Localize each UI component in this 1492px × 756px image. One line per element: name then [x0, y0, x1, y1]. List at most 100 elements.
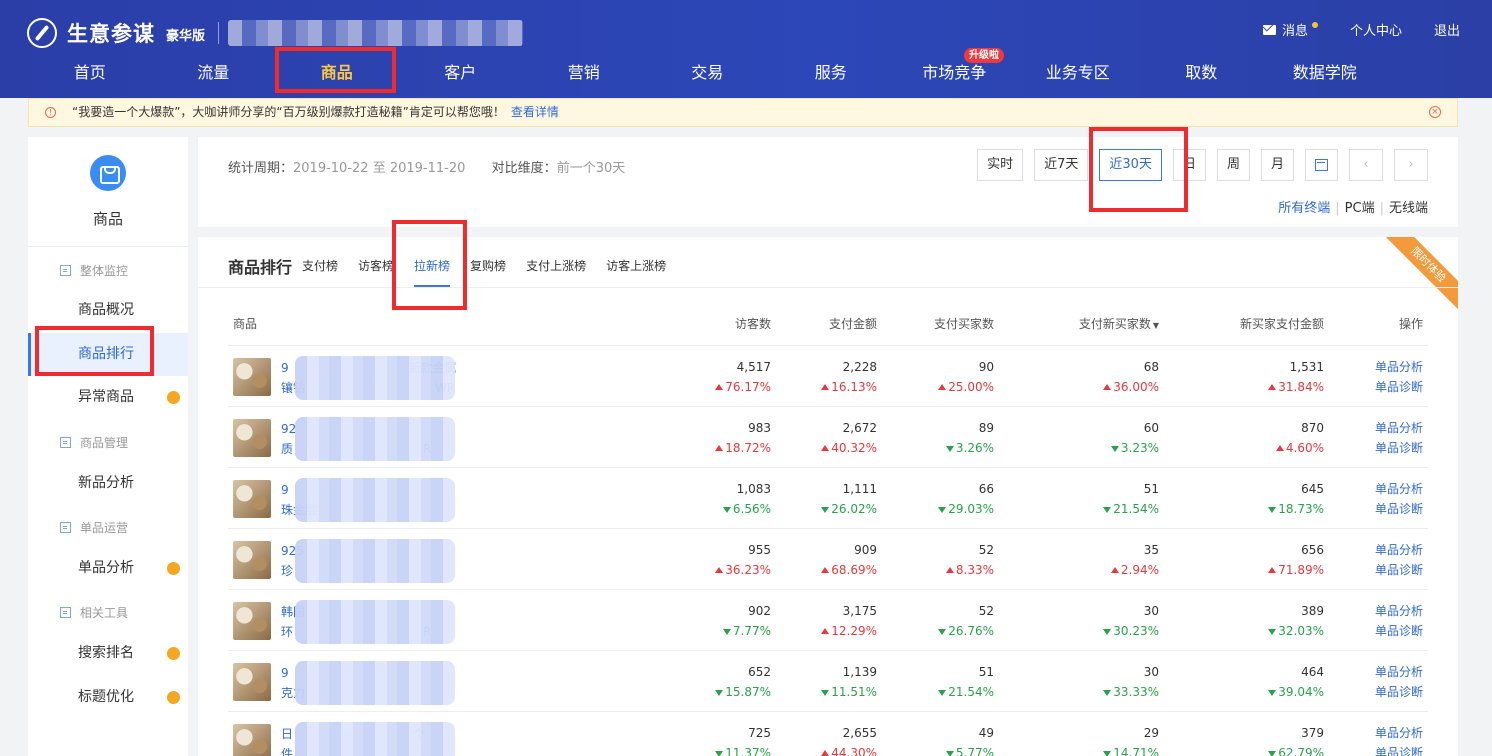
col-product: 商品 [233, 317, 258, 331]
week-button[interactable]: 周 [1216, 149, 1250, 181]
metric-value: 656 [1301, 543, 1324, 557]
shop-name-redacted [228, 20, 523, 46]
metric-value: 2,655 [842, 726, 877, 740]
product-thumbnail[interactable] [233, 602, 271, 640]
nav-service[interactable]: 服务 [769, 58, 893, 98]
divider [198, 287, 1458, 288]
table-header: 商品 访客数 支付金额 支付买家数 支付新买家数 ▼ 新买家支付金额 操作 [228, 315, 1428, 335]
nav-business-zone[interactable]: 业务专区 [1016, 58, 1140, 98]
sidebar-item-search-ranking[interactable]: 搜索排名 [28, 632, 188, 675]
annotation-box-ranking-sidebar [35, 326, 154, 376]
close-icon[interactable]: × [1429, 106, 1441, 118]
metric-value: 90 [978, 360, 994, 374]
cell-visitors: 983 18.72% [715, 418, 771, 458]
single-diagnosis-link[interactable]: 单品诊断 [1375, 682, 1423, 702]
single-analysis-link[interactable]: 单品分析 [1375, 723, 1423, 743]
product-thumbnail[interactable] [233, 724, 271, 756]
notice-details-link[interactable]: 查看详情 [511, 105, 559, 119]
col-new-buyers[interactable]: 支付新买家数 ▼ [1079, 315, 1159, 332]
nav-traffic[interactable]: 流量 [152, 58, 276, 98]
sidebar-item-label: 单品分析 [78, 560, 134, 576]
tab-visitors[interactable]: 访客榜 [358, 257, 394, 287]
metric-value: 51 [978, 665, 994, 679]
realtime-button[interactable]: 实时 [977, 149, 1024, 181]
sidebar-group-label: 单品运营 [80, 521, 129, 535]
metric-value: 51 [1143, 482, 1159, 496]
tab-visitors-rising[interactable]: 访客上涨榜 [606, 257, 666, 287]
col-visitors[interactable]: 访客数 [735, 315, 771, 332]
sidebar-item-abnormal-products[interactable]: 异常商品 [28, 376, 188, 419]
single-analysis-link[interactable]: 单品分析 [1375, 357, 1423, 377]
product-thumbnail[interactable] [233, 663, 271, 701]
cell-visitors: 1,083 6.56% [723, 479, 771, 519]
calendar-button[interactable] [1305, 149, 1338, 181]
metric-value: 52 [978, 604, 994, 618]
cell-visitors: 955 36.23% [715, 540, 771, 580]
nav-customers[interactable]: 客户 [399, 58, 523, 98]
nav-data-academy[interactable]: 数据学院 [1263, 58, 1387, 98]
logout-link[interactable]: 退出 [1434, 20, 1460, 39]
metric-value: 30 [1143, 604, 1159, 618]
col-new-buyer-amount[interactable]: 新买家支付金额 [1240, 315, 1324, 332]
single-analysis-link[interactable]: 单品分析 [1375, 418, 1423, 438]
metric-value: 955 [748, 543, 771, 557]
document-icon [60, 522, 71, 533]
metric-value: 909 [854, 543, 877, 557]
single-diagnosis-link[interactable]: 单品诊断 [1375, 499, 1423, 519]
tab-payment[interactable]: 支付榜 [302, 257, 338, 287]
terminal-pc[interactable]: PC端 [1345, 201, 1375, 216]
notification-dot [167, 691, 180, 704]
cell-pay-buyers: 52 26.76% [938, 601, 994, 641]
product-thumbnail[interactable] [233, 358, 271, 396]
edition-label: 豪华版 [166, 29, 206, 44]
shopping-bag-icon [90, 155, 126, 191]
tab-payment-rising[interactable]: 支付上涨榜 [526, 257, 586, 287]
sidebar-item-single-analysis[interactable]: 单品分析 [28, 547, 188, 590]
personal-center-link[interactable]: 个人中心 [1350, 20, 1402, 39]
single-diagnosis-link[interactable]: 单品诊断 [1375, 743, 1423, 756]
nav-home[interactable]: 首页 [28, 58, 152, 98]
single-analysis-link[interactable]: 单品分析 [1375, 662, 1423, 682]
notice-text: “我要造一个大爆款”，大咖讲师分享的“百万级别爆款打造秘籍”肯定可以帮您哦！ 查看… [72, 99, 559, 126]
product-thumbnail[interactable] [233, 480, 271, 518]
col-pay-buyers[interactable]: 支付买家数 [934, 315, 994, 332]
col-pay-amount[interactable]: 支付金额 [829, 315, 877, 332]
nav-data-fetch[interactable]: 取数 [1140, 58, 1264, 98]
sidebar-item-new-product-analysis[interactable]: 新品分析 [28, 462, 188, 505]
single-analysis-link[interactable]: 单品分析 [1375, 540, 1423, 560]
single-diagnosis-link[interactable]: 单品诊断 [1375, 560, 1423, 580]
nav-market-competition[interactable]: 市场竞争 升级啦 [893, 48, 1017, 98]
last-7-days-button[interactable]: 近7天 [1034, 149, 1089, 181]
product-thumbnail[interactable] [233, 419, 271, 457]
tab-repurchase[interactable]: 复购榜 [470, 257, 506, 287]
single-analysis-link[interactable]: 单品分析 [1375, 479, 1423, 499]
single-diagnosis-link[interactable]: 单品诊断 [1375, 621, 1423, 641]
nav-marketing[interactable]: 营销 [522, 58, 646, 98]
prev-period-button[interactable]: ‹ [1349, 149, 1383, 181]
table-row: 9珠金层1,0836.56%1,11126.02%6629.03%5121.54… [228, 468, 1428, 529]
single-diagnosis-link[interactable]: 单品诊断 [1375, 377, 1423, 397]
next-period-button[interactable]: › [1394, 149, 1428, 181]
metric-value: 89 [978, 421, 994, 435]
calendar-icon [1315, 158, 1328, 171]
product-thumbnail[interactable] [233, 541, 271, 579]
single-diagnosis-link[interactable]: 单品诊断 [1375, 438, 1423, 458]
metric-change: 26.76% [938, 621, 994, 641]
annotation-box-30-days [1089, 127, 1188, 212]
single-analysis-link[interactable]: 单品分析 [1375, 601, 1423, 621]
metric-value: 645 [1301, 482, 1324, 496]
sidebar-item-title-optimization[interactable]: 标题优化 [28, 676, 188, 719]
upgrade-badge: 升级啦 [964, 48, 1004, 63]
metric-change: 14.71% [1103, 743, 1159, 756]
terminal-wireless[interactable]: 无线端 [1389, 201, 1428, 216]
terminal-all[interactable]: 所有终端 [1278, 201, 1330, 216]
messages-link[interactable]: 消息 [1262, 20, 1318, 39]
month-button[interactable]: 月 [1260, 149, 1294, 181]
metric-value: 983 [748, 421, 771, 435]
metric-change: 8.33% [946, 560, 994, 580]
cell-pay-buyers: 90 25.00% [938, 357, 994, 397]
metric-value: 35 [1143, 543, 1159, 557]
nav-transactions[interactable]: 交易 [646, 58, 770, 98]
header-divider [218, 22, 219, 44]
product-name-redacted [295, 478, 455, 522]
